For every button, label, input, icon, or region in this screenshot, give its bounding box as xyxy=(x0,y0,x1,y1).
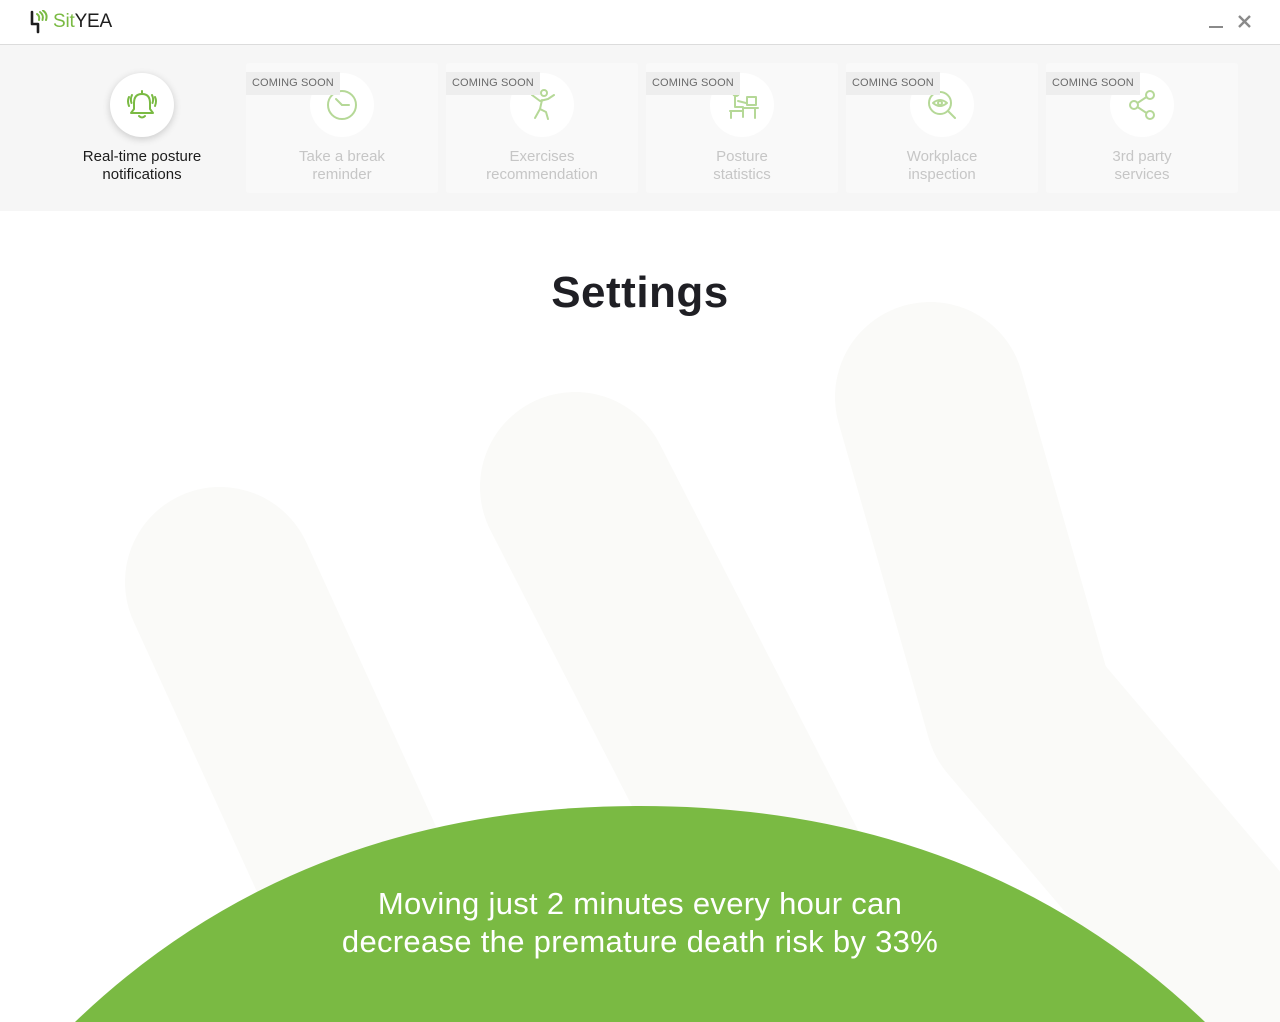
health-tip-line1: Moving just 2 minutes every hour can xyxy=(377,886,903,921)
health-tip: Moving just 2 minutes every hour can dec… xyxy=(0,885,1280,961)
feature-label-line1: Posture xyxy=(716,148,768,165)
coming-soon-badge: COMING SOON xyxy=(1046,72,1140,95)
feature-icon-circle xyxy=(110,73,174,137)
coming-soon-badge: COMING SOON xyxy=(846,72,940,95)
feature-label-line2: reminder xyxy=(312,166,372,183)
coming-soon-badge: COMING SOON xyxy=(446,72,540,95)
close-icon[interactable] xyxy=(1233,10,1255,32)
feature-card-posture-statistics[interactable]: COMING SOON Posture statistics xyxy=(646,63,838,193)
coming-soon-badge: COMING SOON xyxy=(646,72,740,95)
page-title: Settings xyxy=(551,268,729,317)
bell-icon xyxy=(127,90,157,119)
feature-label-line2: notifications xyxy=(102,166,182,183)
feature-label-line1: Workplace xyxy=(906,148,978,165)
feature-label: Workplace inspection xyxy=(846,148,1038,184)
feature-label-line2: services xyxy=(1114,166,1170,183)
feature-label: Exercises recommendation xyxy=(446,148,638,184)
feature-label-line2: statistics xyxy=(713,166,771,183)
app-name: SitYEA xyxy=(53,11,112,33)
feature-card-third-party-services[interactable]: COMING SOON 3rd party services xyxy=(1046,63,1238,193)
feature-label-line2: inspection xyxy=(908,166,976,183)
feature-strip: Real-time posture notifications COMING S… xyxy=(0,45,1280,211)
feature-label: Take a break reminder xyxy=(246,148,438,184)
feature-label: Posture statistics xyxy=(646,148,838,184)
sityea-logo-icon xyxy=(30,10,48,34)
minimize-icon[interactable] xyxy=(1205,10,1227,32)
feature-label-line2: recommendation xyxy=(486,166,598,183)
title-bar: SitYEA xyxy=(0,0,1280,45)
app-name-yea: YEA xyxy=(74,11,113,32)
feature-label: 3rd party services xyxy=(1046,148,1238,184)
feature-label-line1: Take a break xyxy=(299,148,385,165)
feature-card-exercises[interactable]: COMING SOON Exercises recommendation xyxy=(446,63,638,193)
feature-card-posture-notifications[interactable]: Real-time posture notifications xyxy=(46,63,238,193)
app-logo: SitYEA xyxy=(28,10,112,34)
feature-card-workplace-inspection[interactable]: COMING SOON Workplace inspection xyxy=(846,63,1038,193)
feature-label-line1: Exercises xyxy=(509,148,575,165)
app-name-sit: Sit xyxy=(53,11,75,32)
feature-label: Real-time posture notifications xyxy=(46,148,238,184)
feature-card-break-reminder[interactable]: COMING SOON Take a break reminder xyxy=(246,63,438,193)
feature-label-line1: Real-time posture xyxy=(82,148,202,165)
coming-soon-badge: COMING SOON xyxy=(246,72,340,95)
feature-label-line1: 3rd party xyxy=(1112,148,1172,165)
health-tip-line2: decrease the premature death risk by 33% xyxy=(341,924,939,959)
